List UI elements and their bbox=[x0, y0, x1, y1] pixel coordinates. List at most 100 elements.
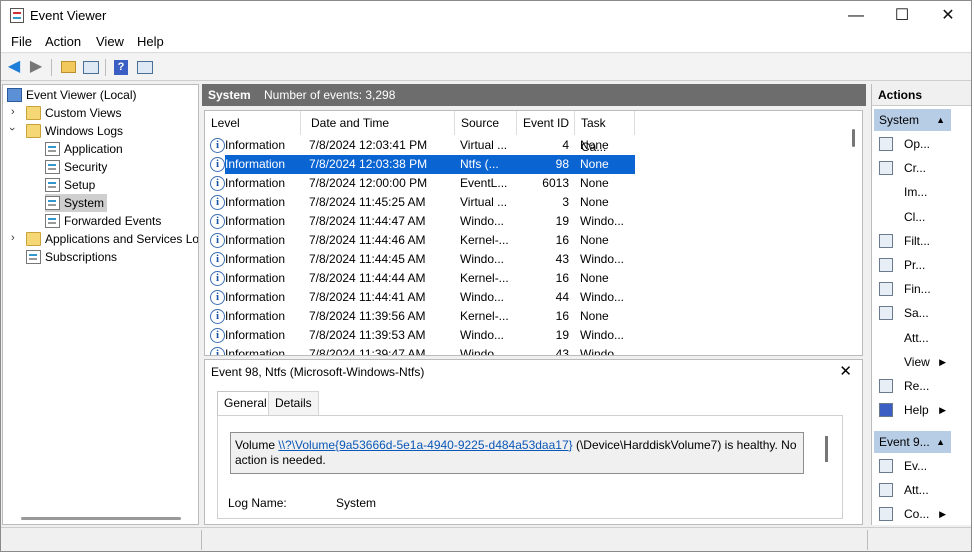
cell-source: Windo... bbox=[460, 328, 505, 342]
tree-item-custom-views[interactable]: Custom Views bbox=[26, 104, 196, 122]
cell-date-time: 7/8/2024 11:44:41 AM bbox=[309, 290, 426, 304]
tree-item-security[interactable]: Security bbox=[45, 158, 195, 176]
menu-help[interactable]: Help bbox=[137, 34, 164, 49]
show-hide-action-pane-icon[interactable] bbox=[136, 58, 154, 76]
save-icon bbox=[879, 306, 893, 321]
cell-event-id: 16 bbox=[555, 271, 569, 285]
action-label: Im... bbox=[904, 185, 928, 200]
tab-details[interactable]: Details bbox=[268, 391, 319, 415]
table-row[interactable]: i Information 7/8/2024 11:44:41 AM Windo...… bbox=[205, 288, 845, 307]
action-item[interactable]: Re... bbox=[874, 375, 950, 397]
collapse-chevron-icon[interactable]: › bbox=[6, 127, 18, 131]
cell-level: Information bbox=[225, 290, 286, 304]
tree-item-applications-and-services[interactable]: Applications and Services Lo bbox=[26, 230, 198, 248]
action-item[interactable]: Att... bbox=[874, 327, 950, 349]
action-item[interactable]: Op... bbox=[874, 133, 950, 155]
up-folder-icon[interactable] bbox=[59, 58, 77, 76]
tree-item-event-viewer-local[interactable]: Event Viewer (Local) bbox=[7, 86, 197, 104]
menu-view[interactable]: View bbox=[96, 34, 124, 49]
column-header-level[interactable]: Level bbox=[205, 111, 301, 135]
log-icon bbox=[45, 178, 60, 192]
attach-task-icon bbox=[879, 483, 893, 497]
actions-section-event[interactable]: Event 9... ▲ bbox=[874, 431, 951, 453]
information-icon: i bbox=[210, 233, 225, 248]
table-row[interactable]: i Information 7/8/2024 12:03:38 PM Ntfs (..… bbox=[205, 155, 845, 174]
action-item[interactable]: Att... bbox=[874, 479, 950, 501]
action-item[interactable]: View ▶ bbox=[874, 351, 950, 373]
table-row[interactable]: i Information 7/8/2024 12:00:00 PM EventL..… bbox=[205, 174, 845, 193]
log-name-label: Log Name: bbox=[228, 496, 287, 510]
table-row[interactable]: i Information 7/8/2024 11:44:45 AM Windo...… bbox=[205, 250, 845, 269]
tree-item-forwarded-events[interactable]: Forwarded Events bbox=[45, 212, 195, 230]
table-row[interactable]: i Information 7/8/2024 11:44:47 AM Windo...… bbox=[205, 212, 845, 231]
cell-level: Information bbox=[225, 214, 286, 228]
table-row[interactable]: i Information 7/8/2024 11:45:25 AM Virtual … bbox=[205, 193, 845, 212]
status-separator bbox=[201, 530, 202, 550]
action-item[interactable]: Cr... bbox=[874, 157, 950, 179]
row-cells: Information 7/8/2024 11:44:46 AM Kernel-..… bbox=[225, 231, 635, 250]
cell-date-time: 7/8/2024 12:03:38 PM bbox=[309, 157, 428, 171]
information-icon: i bbox=[210, 328, 225, 343]
event-properties-icon bbox=[879, 459, 893, 473]
help-icon[interactable]: ? bbox=[112, 58, 130, 76]
action-item[interactable]: Cl... bbox=[874, 206, 950, 228]
minimize-button[interactable]: — bbox=[833, 1, 879, 31]
close-detail-icon[interactable]: ✕ bbox=[839, 362, 852, 380]
back-arrow-icon[interactable]: ◀ bbox=[5, 58, 23, 76]
tab-general[interactable]: General bbox=[217, 391, 274, 415]
folder-icon bbox=[26, 124, 41, 138]
events-vertical-scrollbar[interactable] bbox=[852, 129, 855, 147]
show-hide-tree-icon[interactable] bbox=[82, 58, 100, 76]
forward-arrow-icon[interactable]: ▶ bbox=[27, 58, 45, 76]
filter-icon bbox=[879, 233, 893, 248]
column-header-source[interactable]: Source bbox=[455, 111, 517, 135]
tree-item-subscriptions[interactable]: Subscriptions bbox=[26, 248, 196, 266]
toolbar: ◀ ▶ ? bbox=[1, 54, 971, 81]
table-row[interactable]: i Information 7/8/2024 11:44:46 AM Kernel-.… bbox=[205, 231, 845, 250]
create-view-icon bbox=[879, 161, 893, 176]
column-header-task-category[interactable]: Task Ca... bbox=[575, 111, 635, 154]
action-item[interactable]: Help ▶ bbox=[874, 399, 950, 421]
action-item[interactable]: Co... ▶ bbox=[874, 503, 950, 525]
expand-chevron-icon[interactable]: › bbox=[11, 106, 15, 118]
table-row[interactable]: i Information 7/8/2024 11:39:56 AM Kernel-.… bbox=[205, 307, 845, 326]
table-row[interactable]: i Information 7/8/2024 11:44:44 AM Kernel-.… bbox=[205, 269, 845, 288]
action-item[interactable]: Fin... bbox=[874, 278, 950, 300]
cell-task-category: Windo... bbox=[580, 290, 625, 304]
row-cells: Information 7/8/2024 12:03:41 PM Virtual .… bbox=[225, 136, 635, 155]
action-item[interactable]: Sa... bbox=[874, 302, 950, 324]
tree-item-windows-logs[interactable]: Windows Logs bbox=[26, 122, 196, 140]
cell-event-id: 19 bbox=[555, 328, 569, 342]
cell-date-time: 7/8/2024 11:45:25 AM bbox=[309, 195, 426, 209]
column-header-date-time[interactable]: Date and Time bbox=[305, 111, 455, 135]
cell-event-id: 43 bbox=[555, 347, 569, 356]
tree-item-application[interactable]: Application bbox=[45, 140, 195, 158]
column-header-event-id[interactable]: Event ID bbox=[517, 111, 575, 135]
action-item[interactable]: Filt... bbox=[874, 230, 950, 252]
table-row[interactable]: i Information 7/8/2024 12:03:41 PM Virtual … bbox=[205, 136, 845, 155]
action-label: Att... bbox=[904, 483, 929, 497]
tree-item-setup[interactable]: Setup bbox=[45, 176, 195, 194]
close-button[interactable]: ✕ bbox=[925, 1, 971, 31]
menu-action[interactable]: Action bbox=[45, 34, 81, 49]
maximize-button[interactable]: ☐ bbox=[879, 1, 925, 31]
row-cells: Information 7/8/2024 11:44:41 AM Windo... 4… bbox=[225, 288, 635, 307]
find-icon bbox=[879, 282, 893, 297]
row-cells: Information 7/8/2024 12:03:38 PM Ntfs (...… bbox=[225, 155, 635, 174]
row-cells: Information 7/8/2024 12:00:00 PM EventL...… bbox=[225, 174, 635, 193]
table-row[interactable]: i Information 7/8/2024 11:39:47 AM Windo...… bbox=[205, 345, 845, 356]
help-icon bbox=[879, 403, 893, 418]
action-item[interactable]: Pr... bbox=[874, 254, 950, 276]
action-item[interactable]: Ev... bbox=[874, 455, 950, 477]
volume-link[interactable]: \\?\Volume{9a53666d-5e1a-4940-9225-d484a… bbox=[278, 438, 572, 452]
menu-file[interactable]: File bbox=[11, 34, 32, 49]
action-item[interactable]: Im... bbox=[874, 181, 950, 203]
event-count: Number of events: 3,298 bbox=[264, 88, 396, 102]
detail-vertical-scrollbar[interactable] bbox=[825, 436, 828, 462]
tree-item-system[interactable]: System bbox=[45, 194, 107, 212]
actions-section-system[interactable]: System ▲ bbox=[874, 109, 951, 131]
cell-task-category: None bbox=[580, 157, 609, 171]
table-row[interactable]: i Information 7/8/2024 11:39:53 AM Windo...… bbox=[205, 326, 845, 345]
expand-chevron-icon[interactable]: › bbox=[11, 232, 15, 244]
tree-horizontal-scrollbar[interactable] bbox=[21, 517, 181, 520]
